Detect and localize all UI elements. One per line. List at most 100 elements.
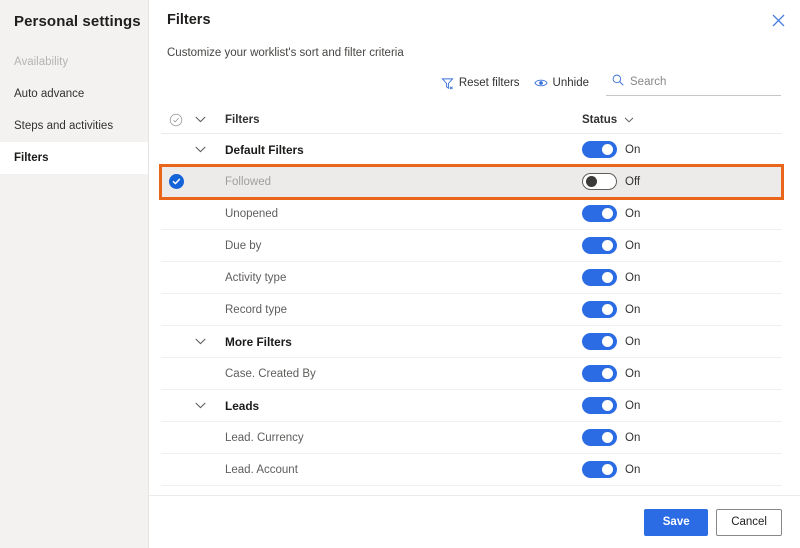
search-box[interactable] <box>606 70 781 96</box>
filter-item-label: Followed <box>225 175 272 188</box>
column-header-status[interactable]: Status <box>582 114 782 126</box>
toggle-knob <box>602 304 613 315</box>
sidebar-item-label: Auto advance <box>14 88 85 100</box>
status-chevron-down-icon <box>624 114 634 126</box>
status-cell: On <box>582 269 782 286</box>
column-header-filters: Filters <box>225 113 260 126</box>
panel-footer: Save Cancel <box>149 495 800 548</box>
filters-list: Filters Status Default Filters On Followed… <box>149 106 800 495</box>
table-row[interactable]: Followed Off <box>159 164 784 200</box>
personal-settings-window: Personal settings Availability Auto advan… <box>0 0 800 548</box>
expand-all-chevron-down-icon[interactable] <box>195 116 225 123</box>
search-input[interactable] <box>630 76 779 88</box>
status-cell: On <box>582 333 782 350</box>
reset-filters-label: Reset filters <box>458 77 520 89</box>
status-toggle[interactable] <box>582 397 617 414</box>
sidebar: Personal settings Availability Auto advan… <box>0 0 149 548</box>
panel-header: Filters Customize your worklist's sort a… <box>149 0 800 96</box>
filter-item-label: Lead. Currency <box>225 431 304 444</box>
status-label: On <box>625 271 641 284</box>
filter-rows: Default Filters On Followed Off Unopened On Du… <box>159 134 784 486</box>
unhide-button[interactable]: Unhide <box>527 73 596 93</box>
status-toggle[interactable] <box>582 333 617 350</box>
status-cell: On <box>582 237 782 254</box>
row-checkbox-checked[interactable] <box>169 174 195 189</box>
status-label: On <box>625 335 641 348</box>
filter-item-label: Record type <box>225 303 288 316</box>
chevron-down-icon[interactable] <box>195 402 225 409</box>
status-toggle[interactable] <box>582 205 617 222</box>
status-cell: On <box>582 429 782 446</box>
sidebar-item-steps-and-activities[interactable]: Steps and activities <box>0 110 148 142</box>
status-cell: On <box>582 461 782 478</box>
toggle-knob <box>602 272 613 283</box>
toggle-knob <box>602 144 613 155</box>
table-row[interactable]: Default Filters On <box>161 134 782 166</box>
status-toggle[interactable] <box>582 269 617 286</box>
table-row[interactable]: Record type On <box>161 294 782 326</box>
filters-panel: Filters Customize your worklist's sort a… <box>149 0 800 548</box>
search-icon <box>612 73 624 91</box>
table-row[interactable]: Leads On <box>161 390 782 422</box>
table-row[interactable]: Lead. Currency On <box>161 422 782 454</box>
filter-group-label: Default Filters <box>225 142 304 157</box>
toggle-knob <box>602 368 613 379</box>
filter-item-label: Case. Created By <box>225 367 316 380</box>
status-label: Off <box>625 175 641 188</box>
status-cell: On <box>582 205 782 222</box>
table-row[interactable]: More Filters On <box>161 326 782 358</box>
toggle-knob <box>586 176 597 187</box>
status-toggle[interactable] <box>582 461 617 478</box>
page-title: Filters <box>167 12 211 28</box>
checkmark-icon <box>169 174 184 189</box>
toggle-knob <box>602 464 613 475</box>
status-toggle[interactable] <box>582 365 617 382</box>
panel-subtitle: Customize your worklist's sort and filte… <box>167 47 404 59</box>
status-label: On <box>625 143 641 156</box>
column-header-status-label: Status <box>582 113 618 126</box>
sidebar-item-filters[interactable]: Filters <box>0 142 148 174</box>
status-label: On <box>625 399 641 412</box>
reset-filters-button[interactable]: Reset filters <box>434 73 527 94</box>
save-button[interactable]: Save <box>644 508 709 536</box>
sidebar-nav: Availability Auto advance Steps and activi… <box>0 46 148 174</box>
filter-item-label: Unopened <box>225 207 279 220</box>
toggle-knob <box>602 208 613 219</box>
toggle-knob <box>602 400 613 411</box>
status-toggle[interactable] <box>582 173 617 190</box>
status-label: On <box>625 239 641 252</box>
filter-group-label: Leads <box>225 398 260 413</box>
chevron-down-icon[interactable] <box>195 146 225 153</box>
status-toggle[interactable] <box>582 301 617 318</box>
table-row[interactable]: Case. Created By On <box>161 358 782 390</box>
toggle-knob <box>602 336 613 347</box>
filter-item-label: Activity type <box>225 271 287 284</box>
status-label: On <box>625 207 641 220</box>
eye-icon <box>533 77 548 89</box>
sidebar-item-label: Steps and activities <box>14 120 114 132</box>
table-row[interactable]: Unopened On <box>161 198 782 230</box>
status-cell: On <box>582 397 782 414</box>
sidebar-item-auto-advance[interactable]: Auto advance <box>0 78 148 110</box>
toolbar: Reset filters Unhide <box>167 70 782 96</box>
status-toggle[interactable] <box>582 141 617 158</box>
filter-reset-icon <box>441 77 454 90</box>
status-toggle[interactable] <box>582 429 617 446</box>
status-label: On <box>625 431 641 444</box>
toggle-knob <box>602 432 613 443</box>
cancel-button[interactable]: Cancel <box>716 508 782 536</box>
sidebar-item-label: Filters <box>14 152 49 164</box>
table-row[interactable]: Lead. Account On <box>161 454 782 486</box>
table-row[interactable]: Due by On <box>161 230 782 262</box>
sidebar-title: Personal settings <box>14 13 141 30</box>
status-cell: On <box>582 301 782 318</box>
select-all-checkbox[interactable] <box>169 113 195 127</box>
filter-item-label: Due by <box>225 239 262 252</box>
close-icon[interactable] <box>767 9 789 31</box>
filter-item-label: Lead. Account <box>225 463 298 476</box>
table-row[interactable]: Activity type On <box>161 262 782 294</box>
grid-header: Filters Status <box>161 106 782 134</box>
status-toggle[interactable] <box>582 237 617 254</box>
chevron-down-icon[interactable] <box>195 338 225 345</box>
status-cell: On <box>582 141 782 158</box>
